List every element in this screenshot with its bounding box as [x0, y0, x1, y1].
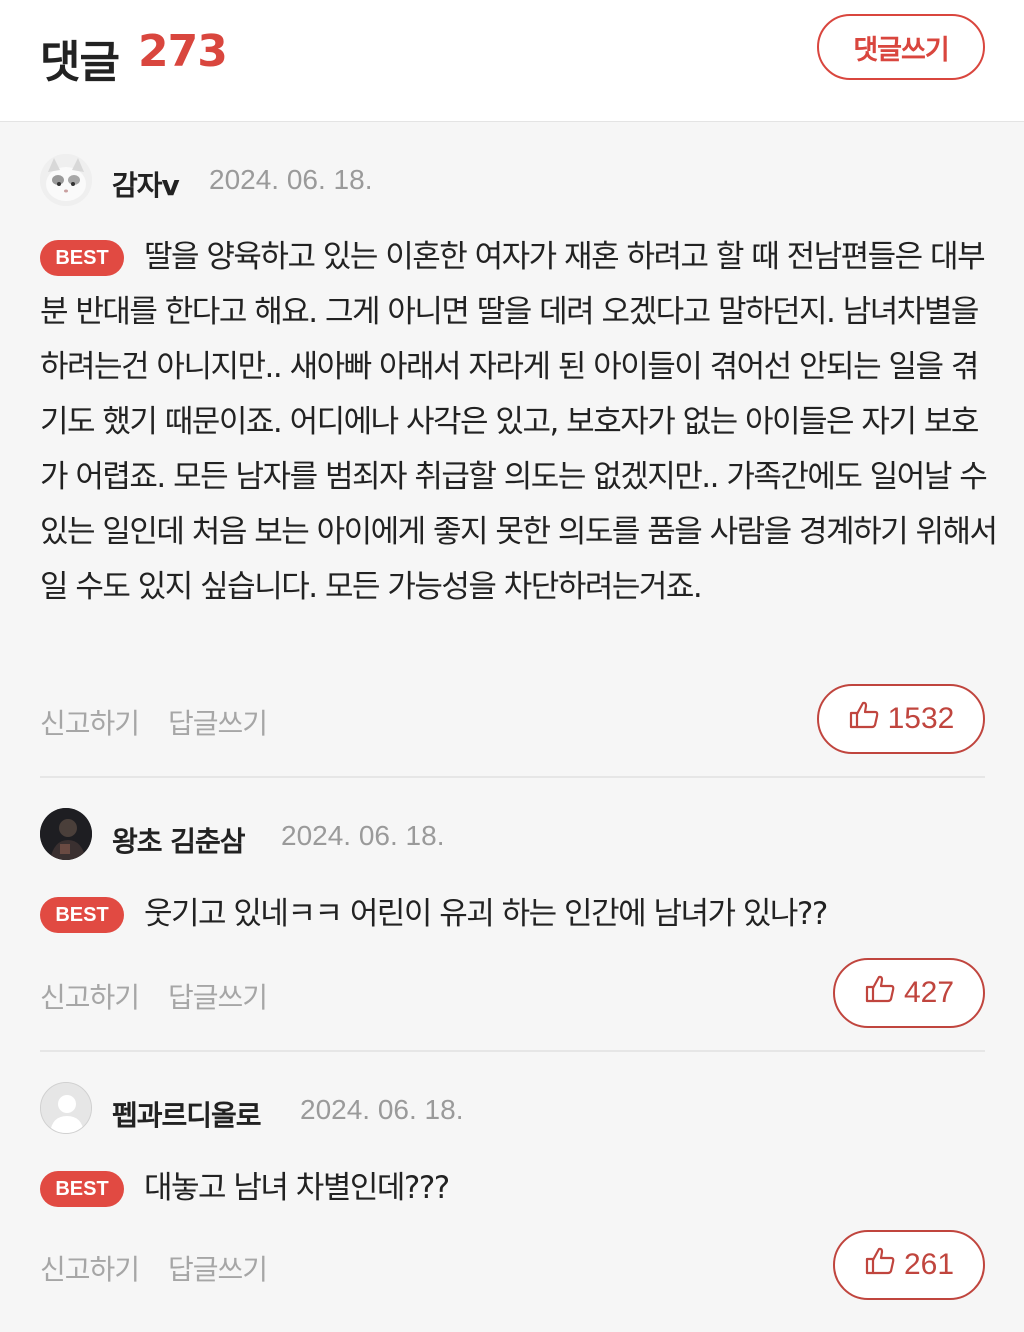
report-button[interactable]: 신고하기 [40, 976, 140, 1016]
comment-text: 딸을 양육하고 있는 이혼한 여자가 재혼 하려고 할 때 전남편들은 대부분 … [40, 239, 998, 605]
thumbs-up-icon [864, 1245, 896, 1285]
comment-username[interactable]: 감자v [112, 164, 180, 204]
comments-header: 댓글 273 댓글쓰기 [0, 0, 1024, 122]
comment-username[interactable]: 왕초 김춘삼 [112, 820, 246, 860]
comment-text: 대놓고 남녀 차별인데??? [144, 1170, 450, 1206]
like-count: 261 [903, 1248, 955, 1281]
comment-item: 왕초 김춘삼 2024. 06. 18. BEST 웃기고 있네ㅋㅋ 어린이 유… [0, 778, 1024, 1050]
comment-date: 2024. 06. 18. [300, 1094, 464, 1125]
comments-count: 273 [138, 26, 228, 77]
reply-button[interactable]: 답글쓰기 [168, 976, 268, 1016]
thumbs-up-icon [864, 973, 896, 1013]
comments-title: 댓글 [40, 37, 120, 88]
comment-date: 2024. 06. 18. [209, 164, 373, 195]
comment-username[interactable]: 펩과르디올로 [112, 1094, 262, 1134]
report-button[interactable]: 신고하기 [40, 1248, 140, 1288]
write-comment-button[interactable]: 댓글쓰기 [817, 14, 985, 80]
comment-item: 펩과르디올로 2024. 06. 18. BEST 대놓고 남녀 차별인데???… [0, 1052, 1024, 1328]
comment-item: 감자v 2024. 06. 18. BEST 딸을 양육하고 있는 이혼한 여자… [0, 122, 1024, 780]
comment-text: 웃기고 있네ㅋㅋ 어린이 유괴 하는 인간에 남녀가 있나?? [144, 896, 828, 932]
thumbs-up-icon [848, 699, 880, 739]
default-user-avatar-icon[interactable] [40, 1082, 92, 1134]
like-button[interactable]: 427 [833, 958, 985, 1028]
like-button[interactable]: 1532 [817, 684, 985, 754]
person-photo-avatar-icon[interactable] [40, 808, 92, 860]
like-count: 1532 [887, 702, 955, 735]
cat-avatar-icon[interactable] [40, 154, 92, 206]
like-count: 427 [903, 976, 955, 1009]
reply-button[interactable]: 답글쓰기 [168, 1248, 268, 1288]
comment-date: 2024. 06. 18. [281, 820, 445, 851]
report-button[interactable]: 신고하기 [40, 702, 140, 742]
like-button[interactable]: 261 [833, 1230, 985, 1300]
reply-button[interactable]: 답글쓰기 [168, 702, 268, 742]
